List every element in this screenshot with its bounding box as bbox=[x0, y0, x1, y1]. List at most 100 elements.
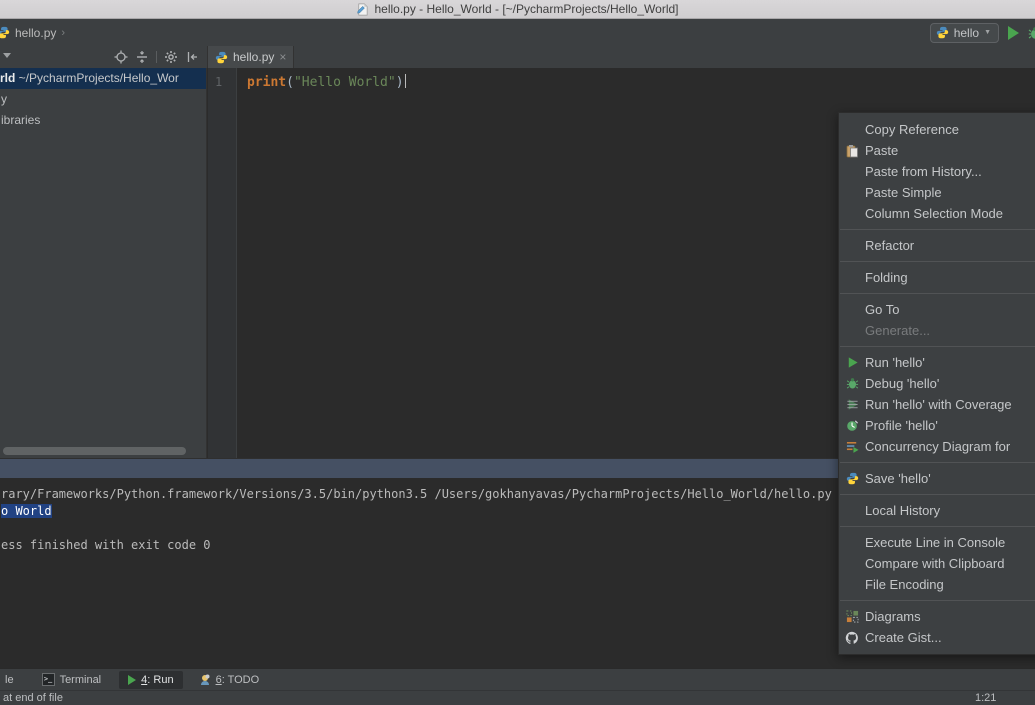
menu-item-diagrams[interactable]: Diagrams bbox=[839, 606, 1035, 627]
menu-item-column-selection-mode[interactable]: Column Selection Mode bbox=[839, 203, 1035, 224]
no-icon bbox=[844, 535, 860, 551]
menu-separator bbox=[840, 494, 1035, 495]
menu-item-concurrency-diagram[interactable]: Concurrency Diagram for bbox=[839, 436, 1035, 457]
coverage-icon bbox=[844, 397, 860, 413]
menu-item-paste[interactable]: Paste bbox=[839, 140, 1035, 161]
text-cursor bbox=[405, 74, 406, 88]
document-icon bbox=[356, 3, 369, 16]
toolwindow-tab-console[interactable]: le bbox=[1, 671, 18, 689]
menu-item-refactor[interactable]: Refactor bbox=[839, 235, 1035, 256]
run-configuration-label: hello bbox=[954, 26, 979, 40]
toolwindow-tab-label: Terminal bbox=[60, 674, 102, 686]
no-icon bbox=[844, 556, 860, 572]
breadcrumb-file[interactable]: hello.py bbox=[15, 26, 56, 40]
menu-item-profile-hello[interactable]: Profile 'hello' bbox=[839, 415, 1035, 436]
no-icon bbox=[844, 503, 860, 519]
horizontal-scrollbar[interactable] bbox=[3, 447, 186, 455]
menu-item-run-hello[interactable]: Run 'hello' bbox=[839, 352, 1035, 373]
line-number: 1 bbox=[215, 75, 222, 89]
editor-tab-label: hello.py bbox=[233, 50, 274, 64]
profiler-icon bbox=[844, 418, 860, 434]
diagrams-icon bbox=[844, 609, 860, 625]
breadcrumb[interactable]: hello.py › bbox=[0, 26, 65, 40]
locate-target-icon[interactable] bbox=[114, 50, 128, 64]
chevron-right-icon: › bbox=[61, 27, 65, 39]
project-tree-row-hello-py[interactable]: y bbox=[0, 89, 206, 110]
project-tree-row-external-libraries[interactable]: ibraries bbox=[0, 110, 206, 131]
paren-token: ) bbox=[396, 75, 404, 90]
concurrency-diagram-icon bbox=[844, 439, 860, 455]
paren-token: ( bbox=[286, 75, 294, 90]
project-root-path: ~/PycharmProjects/Hello_Wor bbox=[15, 71, 179, 85]
collapse-all-icon[interactable] bbox=[135, 50, 149, 64]
menu-item-save-hello[interactable]: Save 'hello' bbox=[839, 468, 1035, 489]
no-icon bbox=[844, 577, 860, 593]
no-icon bbox=[844, 185, 860, 201]
no-icon bbox=[844, 238, 860, 254]
header-row: hello.py × bbox=[0, 46, 1035, 68]
gear-settings-icon[interactable] bbox=[164, 50, 178, 64]
github-icon bbox=[844, 630, 860, 646]
menu-item-paste-from-history[interactable]: Paste from History... bbox=[839, 161, 1035, 182]
status-message: at end of file bbox=[3, 692, 63, 704]
project-root-name: rld bbox=[0, 71, 15, 85]
toolwindow-tab-terminal[interactable]: >_ Terminal bbox=[38, 670, 106, 689]
menu-separator bbox=[840, 293, 1035, 294]
console-output-selected: o World bbox=[1, 504, 52, 518]
no-icon bbox=[844, 302, 860, 318]
project-dropdown-caret-icon[interactable] bbox=[3, 53, 11, 58]
no-icon bbox=[844, 323, 860, 339]
pycharm-window: hello.py - Hello_World - [~/PycharmProje… bbox=[0, 0, 1035, 705]
python-file-icon bbox=[0, 26, 10, 39]
editor-context-menu: Copy Reference Paste Paste from History.… bbox=[838, 112, 1035, 655]
menu-separator bbox=[840, 261, 1035, 262]
menu-item-go-to[interactable]: Go To bbox=[839, 299, 1035, 320]
menu-item-copy-reference[interactable]: Copy Reference bbox=[839, 119, 1035, 140]
navigation-bar: hello.py › hello ▼ bbox=[0, 19, 1035, 46]
run-button[interactable] bbox=[1008, 26, 1019, 40]
chevron-down-icon: ▼ bbox=[984, 29, 991, 36]
hide-panel-icon[interactable] bbox=[185, 50, 199, 64]
toolwindow-bar: le >_ Terminal 4: Run 6: TODO bbox=[0, 668, 1035, 690]
project-panel: rld ~/PycharmProjects/Hello_Wor y ibrari… bbox=[0, 68, 207, 458]
editor-tab-bar: hello.py × bbox=[207, 46, 1035, 68]
run-icon bbox=[128, 675, 136, 685]
menu-item-compare-with-clipboard[interactable]: Compare with Clipboard bbox=[839, 553, 1035, 574]
menu-separator bbox=[840, 346, 1035, 347]
menu-item-file-encoding[interactable]: File Encoding bbox=[839, 574, 1035, 595]
toolwindow-tab-run[interactable]: 4: Run bbox=[119, 671, 182, 689]
project-tree-row-hello-world-root[interactable]: rld ~/PycharmProjects/Hello_Wor bbox=[0, 68, 206, 89]
menu-item-folding[interactable]: Folding bbox=[839, 267, 1035, 288]
menu-item-create-gist[interactable]: Create Gist... bbox=[839, 627, 1035, 648]
run-configuration-select[interactable]: hello ▼ bbox=[930, 23, 999, 43]
run-toolbar: hello ▼ bbox=[930, 23, 1035, 43]
toolwindow-tab-label: 6: TODO bbox=[216, 674, 260, 686]
menu-item-execute-line-in-console[interactable]: Execute Line in Console bbox=[839, 532, 1035, 553]
window-title: hello.py - Hello_World - [~/PycharmProje… bbox=[374, 2, 678, 16]
no-icon bbox=[844, 164, 860, 180]
debug-icon bbox=[844, 376, 860, 392]
python-icon bbox=[936, 26, 949, 39]
run-icon bbox=[844, 355, 860, 371]
menu-item-paste-simple[interactable]: Paste Simple bbox=[839, 182, 1035, 203]
menu-item-run-hello-with-coverage[interactable]: Run 'hello' with Coverage bbox=[839, 394, 1035, 415]
editor-tab-hello-py[interactable]: hello.py × bbox=[208, 46, 294, 68]
toolwindow-tab-label: 4: Run bbox=[141, 674, 173, 686]
no-icon bbox=[844, 270, 860, 286]
terminal-icon: >_ bbox=[42, 673, 55, 686]
toolwindow-tab-todo[interactable]: 6: TODO bbox=[195, 671, 264, 689]
toolbar-separator bbox=[156, 51, 157, 63]
menu-item-debug-hello[interactable]: Debug 'hello' bbox=[839, 373, 1035, 394]
caret-position[interactable]: 1:21 bbox=[975, 692, 996, 704]
todo-icon bbox=[199, 674, 211, 686]
menu-separator bbox=[840, 526, 1035, 527]
paste-icon bbox=[844, 143, 860, 159]
debug-button[interactable] bbox=[1028, 26, 1035, 40]
close-icon[interactable]: × bbox=[279, 52, 286, 62]
toolwindow-tab-label: le bbox=[5, 674, 14, 686]
keyword-token: print bbox=[247, 75, 286, 90]
menu-item-local-history[interactable]: Local History bbox=[839, 500, 1035, 521]
status-bar: at end of file 1:21 bbox=[0, 690, 1035, 705]
menu-separator bbox=[840, 600, 1035, 601]
titlebar: hello.py - Hello_World - [~/PycharmProje… bbox=[0, 0, 1035, 19]
